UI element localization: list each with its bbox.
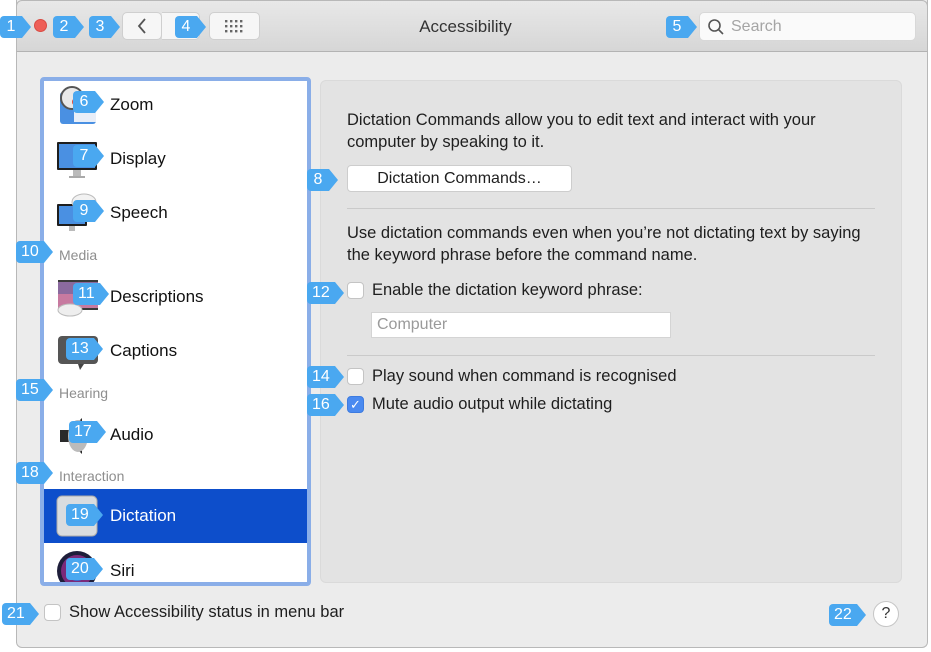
show-all-button[interactable] [209, 12, 260, 40]
close-button[interactable] [34, 19, 47, 32]
show-status-label: Show Accessibility status in menu bar [69, 603, 345, 621]
enable-keyword-row[interactable]: Enable the dictation keyword phrase: [347, 281, 643, 300]
annotation-badge: 4 [175, 16, 206, 38]
sidebar-item-label: Descriptions [110, 287, 204, 306]
enable-keyword-label: Enable the dictation keyword phrase: [372, 281, 643, 299]
keyword-phrase-input[interactable]: Computer [371, 312, 671, 338]
search-field[interactable]: Search [699, 12, 916, 41]
sidebar-item-label: Audio [110, 425, 154, 444]
play-sound-checkbox[interactable] [347, 368, 364, 385]
annotation-badge: 2 [53, 16, 84, 38]
intro-text: Dictation Commands allow you to edit tex… [347, 111, 816, 151]
annotation-badge: 15 [16, 379, 53, 401]
divider [347, 355, 875, 356]
sidebar-item-label: Zoom [110, 95, 154, 114]
annotation-badge: 11 [73, 283, 109, 305]
annotation-badge: 14 [307, 366, 344, 388]
annotation-badge: 10 [16, 241, 53, 263]
play-sound-row[interactable]: Play sound when command is recognised [347, 367, 677, 386]
checkmark-icon: ✓ [350, 396, 361, 412]
annotation-badge: 3 [89, 16, 120, 38]
annotation-badge: 22 [829, 604, 866, 626]
section-header-interaction: Interaction [59, 468, 125, 484]
annotation-badge: 1 [0, 16, 31, 38]
annotation-badge: 8 [307, 169, 338, 191]
annotation-badge: 12 [307, 282, 344, 304]
annotation-badge: 7 [73, 145, 104, 167]
dictation-commands-button[interactable]: Dictation Commands… [347, 165, 572, 192]
show-status-row[interactable]: Show Accessibility status in menu bar [44, 603, 344, 622]
search-icon [708, 18, 724, 35]
annotation-badge: 13 [66, 338, 103, 360]
enable-keyword-checkbox[interactable] [347, 282, 364, 299]
show-status-checkbox[interactable] [44, 604, 61, 621]
mute-audio-row[interactable]: ✓ Mute audio output while dictating [347, 395, 612, 414]
keyword-description: Use dictation commands even when you’re … [347, 224, 861, 264]
sidebar-item-label: Speech [110, 203, 168, 222]
annotation-badge: 20 [66, 558, 103, 580]
annotation-badge: 21 [2, 603, 39, 625]
help-button[interactable]: ? [873, 601, 899, 627]
dictation-panel: Dictation Commands allow you to edit tex… [320, 80, 902, 583]
section-header-media: Media [59, 247, 98, 263]
annotation-badge: 6 [73, 91, 104, 113]
search-placeholder: Search [731, 17, 782, 35]
sidebar-item-label: Dictation [110, 506, 177, 525]
mute-audio-label: Mute audio output while dictating [372, 395, 613, 413]
chevron-left-icon [137, 18, 146, 34]
annotation-badge: 16 [307, 394, 344, 416]
annotation-badge: 18 [16, 462, 53, 484]
annotation-badge: 19 [66, 504, 103, 526]
sidebar-item-label: Display [110, 149, 166, 168]
divider [347, 208, 875, 209]
annotation-badge: 5 [666, 16, 697, 38]
back-button[interactable] [122, 12, 162, 40]
play-sound-label: Play sound when command is recognised [372, 367, 677, 385]
mute-audio-checkbox[interactable]: ✓ [347, 396, 364, 413]
annotation-badge: 9 [73, 200, 104, 222]
annotation-badge: 17 [69, 421, 106, 443]
section-header-hearing: Hearing [59, 385, 109, 401]
sidebar-item-label: Captions [110, 341, 178, 360]
grid-icon [224, 20, 242, 33]
sidebar-item-label: Siri [110, 561, 135, 580]
